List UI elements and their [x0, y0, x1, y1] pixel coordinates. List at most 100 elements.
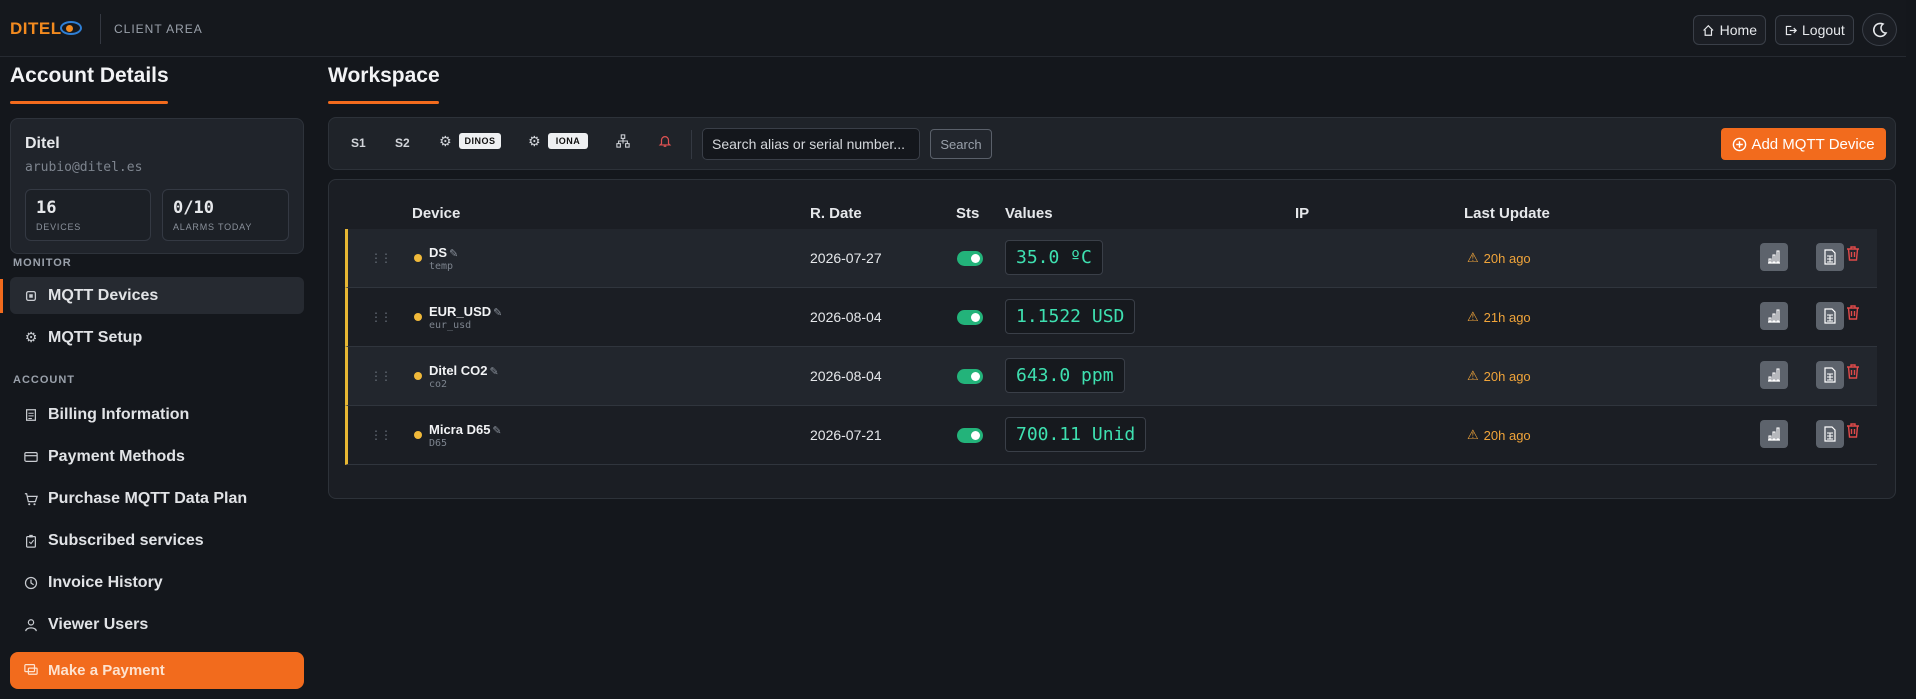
s2-filter[interactable]: S2 — [395, 136, 410, 150]
theme-toggle-button[interactable] — [1862, 13, 1897, 46]
device-search-input[interactable] — [702, 128, 920, 160]
status-toggle[interactable] — [957, 251, 983, 266]
column-header-last-update[interactable]: Last Update — [1464, 205, 1550, 222]
top-bar: DITEL CLIENT AREA Home Logout — [0, 0, 1906, 57]
sidebar-item-label: Viewer Users — [48, 615, 149, 633]
sidebar-item-label: MQTT Devices — [48, 286, 159, 304]
report-button[interactable] — [1816, 420, 1844, 448]
alarms-label: ALARMS TODAY — [173, 222, 253, 232]
report-button[interactable] — [1816, 302, 1844, 330]
registration-date: 2026-07-27 — [810, 250, 882, 266]
client-area-label: CLIENT AREA — [114, 22, 203, 36]
hierarchy-icon[interactable] — [616, 134, 630, 151]
device-name[interactable]: EUR_USD ✎ — [429, 304, 502, 319]
column-header-values[interactable]: Values — [1005, 205, 1053, 222]
status-dot — [414, 431, 422, 439]
edit-pencil-icon[interactable]: ✎ — [449, 248, 458, 260]
logout-icon — [1785, 25, 1797, 35]
report-button[interactable] — [1816, 361, 1844, 389]
toolbar-divider — [691, 130, 692, 159]
devices-table: Device R. Date Sts Values IP Last Update… — [328, 179, 1896, 499]
make-payment-label: Make a Payment — [48, 662, 165, 679]
registration-date: 2026-07-21 — [810, 427, 882, 443]
dinos-chip[interactable]: DINOS — [459, 133, 501, 149]
table-row[interactable]: ⋮⋮ DS ✎ temp 2026-07-27 35.0 ºC ⚠ 20h ago — [345, 229, 1877, 288]
drag-handle-icon[interactable]: ⋮⋮ — [370, 251, 392, 265]
sidebar-item-invoice-history[interactable]: Invoice History — [10, 564, 304, 601]
workspace-toolbar: S1 S2 ⚙ DINOS ⚙ IONA Search Add MQTT Dev… — [328, 117, 1896, 170]
sidebar-item-label: Billing Information — [48, 405, 190, 423]
home-button[interactable]: Home — [1693, 15, 1766, 45]
bell-icon[interactable] — [658, 134, 672, 151]
sidebar-item-label: Invoice History — [48, 573, 163, 591]
device-name[interactable]: Ditel CO2 ✎ — [429, 363, 499, 378]
delete-icon[interactable] — [1845, 304, 1861, 326]
home-icon — [1703, 24, 1714, 36]
sidebar-item-mqtt-setup[interactable]: ⚙ MQTT Setup — [10, 319, 304, 356]
table-row[interactable]: ⋮⋮ Ditel CO2 ✎ co2 2026-08-04 643.0 ppm ⚠… — [345, 347, 1877, 406]
status-toggle[interactable] — [957, 428, 983, 443]
make-payment-button[interactable]: Make a Payment — [10, 652, 304, 689]
monitor-section-label: MONITOR — [13, 257, 72, 269]
plus-circle-icon — [1733, 137, 1747, 151]
gear-icon[interactable]: ⚙ — [528, 133, 541, 150]
iona-chip[interactable]: IONA — [548, 133, 588, 149]
account-name: Ditel — [25, 135, 60, 152]
account-details-title: Account Details — [10, 64, 169, 87]
search-button[interactable]: Search — [930, 129, 992, 159]
column-header-rdate[interactable]: R. Date — [810, 205, 862, 222]
edit-pencil-icon[interactable]: ✎ — [493, 307, 502, 319]
report-button[interactable] — [1816, 243, 1844, 271]
sidebar-item-subscribed-services[interactable]: Subscribed services — [10, 522, 304, 559]
drag-handle-icon[interactable]: ⋮⋮ — [370, 310, 392, 324]
registration-date: 2026-08-04 — [810, 368, 882, 384]
workspace-title: Workspace — [328, 64, 440, 87]
table-row[interactable]: ⋮⋮ EUR_USD ✎ eur_usd 2026-08-04 1.1522 US… — [345, 288, 1877, 347]
table-row[interactable]: ⋮⋮ Micra D65 ✎ D65 2026-07-21 700.11 Unid… — [345, 406, 1877, 465]
status-toggle[interactable] — [957, 310, 983, 325]
sidebar-item-payment-methods[interactable]: Payment Methods — [10, 438, 304, 475]
home-label: Home — [1719, 22, 1757, 38]
sidebar-item-billing-information[interactable]: Billing Information — [10, 396, 304, 433]
sidebar-item-viewer-users[interactable]: Viewer Users — [10, 606, 304, 643]
s1-filter[interactable]: S1 — [351, 136, 366, 150]
device-name[interactable]: DS ✎ — [429, 245, 458, 260]
sidebar-item-purchase-data-plan[interactable]: Purchase MQTT Data Plan — [10, 480, 304, 517]
devices-label: DEVICES — [36, 222, 82, 232]
status-dot — [414, 254, 422, 262]
last-update: ⚠ 21h ago — [1467, 309, 1531, 325]
edit-pencil-icon[interactable]: ✎ — [490, 366, 499, 378]
devices-count: 16 — [36, 198, 57, 218]
status-dot — [414, 313, 422, 321]
chart-button[interactable] — [1760, 243, 1788, 271]
drag-handle-icon[interactable]: ⋮⋮ — [370, 428, 392, 442]
chart-button[interactable] — [1760, 302, 1788, 330]
status-toggle[interactable] — [957, 369, 983, 384]
sidebar-item-label: MQTT Setup — [48, 328, 143, 346]
delete-icon[interactable] — [1845, 245, 1861, 267]
sidebar-item-mqtt-devices[interactable]: MQTT Devices — [10, 277, 304, 314]
logout-label: Logout — [1802, 22, 1845, 38]
column-header-device[interactable]: Device — [412, 205, 460, 222]
add-mqtt-device-button[interactable]: Add MQTT Device — [1721, 128, 1886, 160]
chart-button[interactable] — [1760, 361, 1788, 389]
column-header-sts[interactable]: Sts — [956, 205, 979, 222]
device-topic: co2 — [429, 379, 448, 390]
workspace-title-underline — [328, 101, 439, 104]
edit-pencil-icon[interactable]: ✎ — [492, 425, 501, 437]
delete-icon[interactable] — [1845, 363, 1861, 385]
header-divider — [100, 14, 101, 44]
account-title-underline — [10, 101, 168, 104]
ditel-logo[interactable]: DITEL — [10, 19, 62, 39]
warning-icon: ⚠ — [1467, 368, 1479, 383]
chart-button[interactable] — [1760, 420, 1788, 448]
bar-chart-icon — [1768, 250, 1780, 264]
device-name[interactable]: Micra D65 ✎ — [429, 422, 502, 437]
clock-icon — [24, 576, 38, 590]
delete-icon[interactable] — [1845, 422, 1861, 444]
chip-icon — [24, 289, 38, 303]
gear-icon[interactable]: ⚙ — [439, 133, 452, 150]
logout-button[interactable]: Logout — [1775, 15, 1854, 45]
drag-handle-icon[interactable]: ⋮⋮ — [370, 369, 392, 383]
column-header-ip[interactable]: IP — [1295, 205, 1309, 222]
